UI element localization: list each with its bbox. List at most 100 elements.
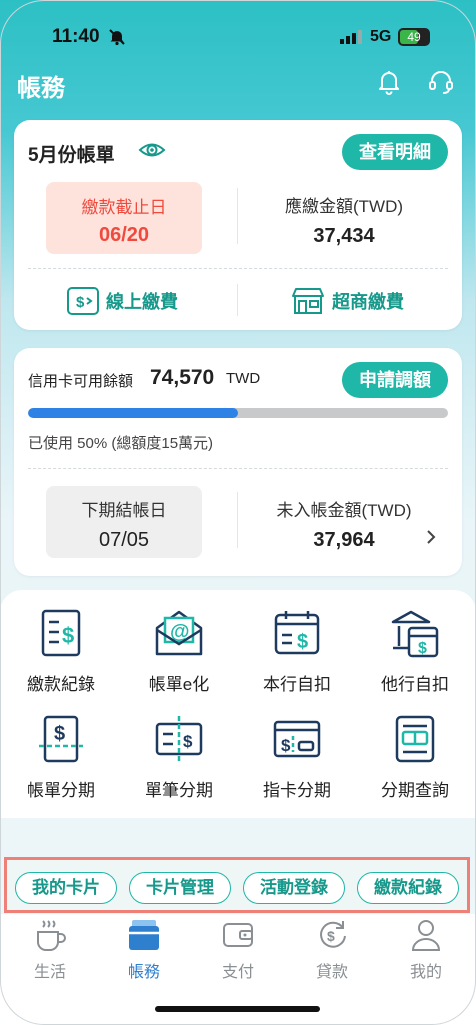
divider xyxy=(28,468,448,469)
unbilled-label: 未入帳金額(TWD) xyxy=(276,501,412,520)
online-pay-icon: $ xyxy=(67,287,99,315)
currency-label: TWD xyxy=(226,370,261,387)
view-details-button[interactable]: 查看明細 xyxy=(342,134,448,170)
function-label: 帳單e化 xyxy=(148,675,210,694)
credit-usage-bar xyxy=(28,408,448,418)
bottom-tab-bar: 生活 帳務 支付 $ 貸款 我的 xyxy=(0,914,476,1025)
quick-link-event-registration[interactable]: 活動登錄 xyxy=(243,872,345,904)
function-bill-installment[interactable]: $ 帳單分期 xyxy=(2,696,120,800)
ebill-icon: @ xyxy=(120,608,238,660)
signal-icon xyxy=(340,30,364,49)
wallet-icon xyxy=(190,918,286,952)
app-header: 帳務 xyxy=(0,64,476,108)
credit-limit-card: 信用卡可用餘額 74,570 TWD 申請調額 已使用 50% (總額度15萬元… xyxy=(14,348,462,576)
due-label: 繳款截止日 xyxy=(81,198,167,217)
person-icon xyxy=(378,918,474,952)
function-label: 單筆分期 xyxy=(145,781,213,800)
status-time: 11:40 xyxy=(52,26,100,47)
quick-links-bar: 我的卡片 卡片管理 活動登錄 繳款紀錄 xyxy=(4,857,470,913)
divider xyxy=(237,284,238,316)
available-label: 信用卡可用餘額 xyxy=(28,373,134,390)
bill-title: 5月份帳單 xyxy=(28,145,115,166)
amount-label: 應繳金額(TWD) xyxy=(284,197,404,216)
coffee-icon xyxy=(2,918,98,952)
tab-payment[interactable]: 支付 xyxy=(190,918,286,982)
next-closing-box: 下期結帳日 07/05 xyxy=(46,486,202,558)
svg-text:$: $ xyxy=(183,732,193,751)
page-title: 帳務 xyxy=(17,75,65,102)
function-label: 繳款紀錄 xyxy=(27,675,95,694)
next-closing-label: 下期結帳日 xyxy=(81,501,167,520)
chevron-right-icon[interactable] xyxy=(424,528,438,551)
function-ebill[interactable]: @ 帳單e化 xyxy=(120,590,238,694)
function-label: 帳單分期 xyxy=(27,781,95,800)
unbilled-value: 37,964 xyxy=(313,529,375,551)
function-label: 本行自扣 xyxy=(263,675,331,694)
card-installment-icon: $ xyxy=(238,714,356,766)
notification-bell-icon[interactable] xyxy=(375,68,403,101)
payment-record-icon: $ xyxy=(2,608,120,660)
function-grid: $ 繳款紀錄 @ 帳單e化 $ 本行自扣 $ 他行自扣 $ 帳單分期 $ 單筆分… xyxy=(0,590,476,818)
store-pay-button[interactable]: 超商繳費 xyxy=(290,286,404,316)
function-single-installment[interactable]: $ 單筆分期 xyxy=(120,696,238,800)
quick-link-my-cards[interactable]: 我的卡片 xyxy=(15,872,117,904)
due-date: 06/20 xyxy=(98,224,150,246)
battery-icon: 49 xyxy=(398,28,430,46)
card-stack-icon xyxy=(96,918,192,952)
svg-text:$: $ xyxy=(418,640,427,657)
amount-value: 37,434 xyxy=(313,225,375,247)
due-date-box: 繳款截止日 06/20 xyxy=(46,182,202,254)
online-pay-button[interactable]: $ 線上繳費 xyxy=(66,286,178,316)
function-card-installment[interactable]: $ 指卡分期 xyxy=(238,696,356,800)
quick-link-payment-record[interactable]: 繳款紀錄 xyxy=(357,872,459,904)
network-type: 5G xyxy=(370,28,392,45)
app-screen: 11:40 5G 49 帳務 5月份帳單 查看明細 繳款截止日 06/20 應繳… xyxy=(0,0,476,1025)
amount-due-box: 應繳金額(TWD) 37,434 xyxy=(240,182,448,248)
usage-text: 已使用 50% (總額度15萬元) xyxy=(28,435,214,452)
tab-mine[interactable]: 我的 xyxy=(378,918,474,982)
function-label: 指卡分期 xyxy=(263,781,331,800)
installment-query-icon xyxy=(356,714,474,766)
function-auto-debit[interactable]: $ 本行自扣 xyxy=(238,590,356,694)
bill-card: 5月份帳單 查看明細 繳款截止日 06/20 應繳金額(TWD) 37,434 … xyxy=(14,120,462,330)
svg-text:$: $ xyxy=(54,723,65,745)
tab-label: 帳務 xyxy=(127,964,160,981)
svg-text:$: $ xyxy=(76,294,85,311)
other-bank-debit-icon: $ xyxy=(356,608,474,660)
function-installment-query[interactable]: 分期查詢 xyxy=(356,696,474,800)
customer-service-icon[interactable] xyxy=(427,68,455,101)
tab-label: 支付 xyxy=(221,964,254,981)
function-label: 分期查詢 xyxy=(381,781,449,800)
auto-debit-icon: $ xyxy=(238,608,356,660)
apply-limit-adjust-button[interactable]: 申請調額 xyxy=(342,362,448,398)
home-indicator xyxy=(155,1006,320,1012)
svg-text:$: $ xyxy=(62,623,74,648)
eye-icon[interactable] xyxy=(138,138,166,167)
function-label: 他行自扣 xyxy=(381,675,449,694)
unbilled-amount-box[interactable]: 未入帳金額(TWD) 37,964 xyxy=(240,486,448,552)
tab-life[interactable]: 生活 xyxy=(2,918,98,982)
online-pay-label: 線上繳費 xyxy=(106,292,178,312)
divider xyxy=(237,188,238,244)
tab-loan[interactable]: $ 貸款 xyxy=(284,918,380,982)
battery-level: 49 xyxy=(407,30,421,44)
divider xyxy=(28,268,448,269)
svg-text:$: $ xyxy=(297,631,308,653)
store-pay-label: 超商繳費 xyxy=(332,292,404,312)
single-installment-icon: $ xyxy=(120,714,238,766)
credit-usage-fill xyxy=(28,408,238,418)
function-other-bank-debit[interactable]: $ 他行自扣 xyxy=(356,590,474,694)
convenience-store-icon xyxy=(292,288,324,314)
tab-label: 生活 xyxy=(33,964,66,981)
status-bar: 11:40 5G 49 xyxy=(0,22,476,54)
available-value: 74,570 xyxy=(150,366,215,389)
svg-text:$: $ xyxy=(327,928,335,944)
quick-link-card-management[interactable]: 卡片管理 xyxy=(129,872,231,904)
tab-label: 貸款 xyxy=(315,964,348,981)
tab-accounts[interactable]: 帳務 xyxy=(96,918,192,982)
loan-icon: $ xyxy=(284,918,380,952)
silent-bell-icon xyxy=(108,28,126,51)
function-payment-record[interactable]: $ 繳款紀錄 xyxy=(2,590,120,694)
bill-installment-icon: $ xyxy=(2,714,120,766)
divider xyxy=(237,492,238,548)
